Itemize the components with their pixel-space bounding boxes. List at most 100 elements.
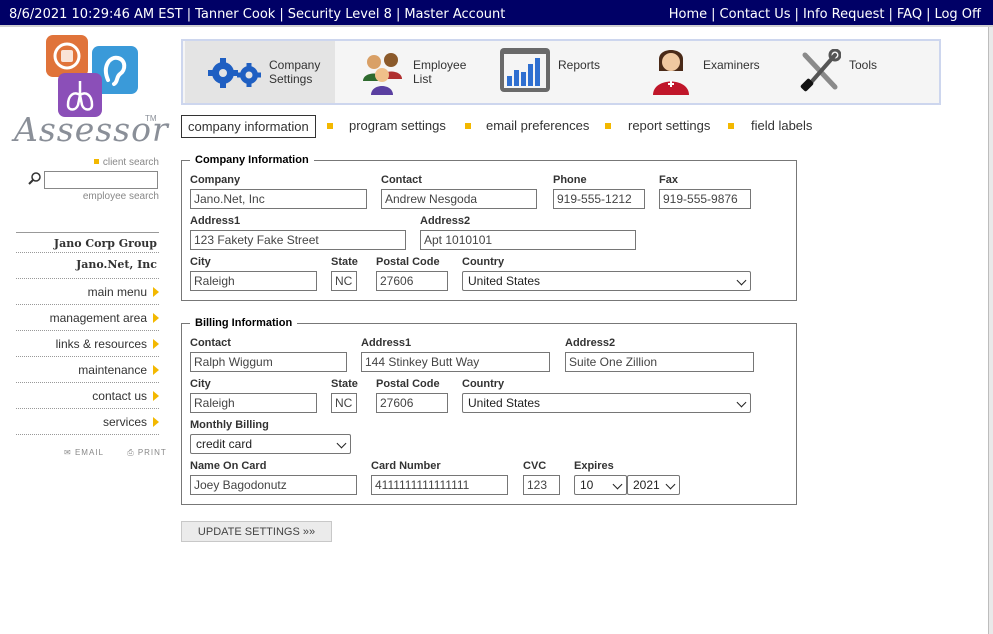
nav-company-settings[interactable]: Company Settings: [185, 41, 335, 103]
main-nav: Company Settings Employee List Reports Exa…: [181, 39, 941, 105]
sidebar-item-label: services: [102, 415, 147, 429]
arrow-right-icon: [153, 287, 159, 297]
bullet-icon: [93, 159, 99, 164]
country-label: Country: [462, 256, 505, 268]
security-level: Security Level 8: [287, 7, 392, 22]
billing-country-select[interactable]: United States: [462, 393, 751, 413]
contact-field[interactable]: Andrew Nesgoda: [381, 189, 537, 209]
faq-link[interactable]: FAQ: [897, 7, 922, 22]
gears-icon: [208, 58, 261, 88]
sidebar-item-label: contact us: [92, 389, 147, 403]
expiry-year-select[interactable]: 2021: [627, 475, 680, 495]
sidebar-item-label: links & resources: [55, 337, 147, 351]
monthly-billing-label: Monthly Billing: [190, 419, 269, 431]
email-link[interactable]: ✉ EMAIL: [64, 448, 114, 457]
fax-label: Fax: [659, 174, 678, 186]
billing-address2-field[interactable]: Suite One Zillion: [565, 352, 754, 372]
monthly-billing-value: credit card: [196, 437, 253, 451]
client-search-link[interactable]: client search: [93, 157, 159, 168]
company-information-section: Company Information Company Jano.Net, In…: [181, 154, 797, 301]
tools-icon: [800, 49, 841, 92]
company-name: Jano.Net, Inc: [16, 253, 159, 279]
nav-label: Tools: [849, 58, 878, 72]
nav-reports[interactable]: Reports: [495, 41, 615, 103]
nav-tools[interactable]: Tools: [795, 41, 915, 103]
sidebar-item-links-resources[interactable]: links & resources: [16, 331, 159, 357]
billing-contact-label: Contact: [190, 337, 231, 349]
bar-chart-icon: [500, 48, 550, 92]
chevron-down-icon: [336, 438, 347, 449]
session-user: Tanner Cook: [195, 7, 276, 22]
state-field[interactable]: NC: [331, 271, 357, 291]
expiry-month-value: 10: [580, 478, 594, 492]
card-number-field[interactable]: 4111111111111111: [371, 475, 508, 495]
sidebar-menu: Jano Corp Group Jano.Net, Inc main menu …: [16, 232, 159, 435]
name-on-card-field[interactable]: Joey Bagodonutz: [190, 475, 357, 495]
billing-city-field[interactable]: Raleigh: [190, 393, 317, 413]
account-type: Master Account: [404, 7, 506, 22]
chevron-down-icon: [736, 275, 747, 286]
home-link[interactable]: Home: [669, 7, 707, 22]
tab-report-settings[interactable]: report settings: [628, 115, 710, 138]
nav-employee-list[interactable]: Employee List: [355, 41, 475, 103]
billing-address1-field[interactable]: 144 Stinkey Butt Way: [361, 352, 550, 372]
postal-code-field[interactable]: 27606: [376, 271, 448, 291]
city-field[interactable]: Raleigh: [190, 271, 317, 291]
billing-state-label: State: [331, 378, 358, 390]
contact-us-link[interactable]: Contact Us: [720, 7, 791, 22]
company-name-field[interactable]: Jano.Net, Inc: [190, 189, 367, 209]
billing-city-label: City: [190, 378, 211, 390]
nav-label: Employee List: [413, 58, 467, 86]
fax-field[interactable]: 919-555-9876: [659, 189, 751, 209]
tab-company-information[interactable]: company information: [181, 115, 316, 138]
tab-program-settings[interactable]: program settings: [349, 115, 446, 138]
employee-search-link[interactable]: employee search: [83, 191, 159, 202]
tab-field-labels[interactable]: field labels: [751, 115, 812, 138]
print-link[interactable]: ⎙ PRINT: [127, 448, 177, 457]
people-icon: [363, 53, 402, 95]
billing-postal-code-field[interactable]: 27606: [376, 393, 448, 413]
billing-state-field[interactable]: NC: [331, 393, 357, 413]
expiry-month-select[interactable]: 10: [574, 475, 627, 495]
city-label: City: [190, 256, 211, 268]
address2-label: Address2: [420, 215, 471, 227]
country-value: United States: [468, 274, 541, 288]
nav-label: Reports: [558, 58, 601, 72]
update-settings-button[interactable]: UPDATE SETTINGS »»: [181, 521, 332, 542]
session-info: 8/6/2021 10:29:46 AM EST | Tanner Cook | Sec…: [9, 7, 506, 22]
nav-label: Company Settings: [269, 58, 321, 86]
sidebar-item-services[interactable]: services: [16, 409, 159, 435]
cvc-field[interactable]: 123: [523, 475, 560, 495]
sidebar-item-contact-us[interactable]: contact us: [16, 383, 159, 409]
sidebar-item-label: management area: [49, 311, 147, 325]
tab-email-preferences[interactable]: email preferences: [486, 115, 589, 138]
print-label: PRINT: [137, 448, 167, 457]
search-icon[interactable]: [28, 171, 42, 185]
monthly-billing-select[interactable]: credit card: [190, 434, 351, 454]
arrow-right-icon: [153, 391, 159, 401]
log-off-link[interactable]: Log Off: [934, 7, 981, 22]
phone-label: Phone: [553, 174, 587, 186]
top-bar: 8/6/2021 10:29:46 AM EST | Tanner Cook | Sec…: [0, 0, 993, 27]
phone-icon: [53, 42, 81, 70]
chevron-down-icon: [612, 479, 623, 490]
nav-examiners[interactable]: Examiners: [645, 41, 775, 103]
search-input[interactable]: [44, 171, 158, 189]
logo-phone-tile: [46, 35, 88, 77]
sidebar-item-label: maintenance: [78, 363, 147, 377]
sidebar-item-management-area[interactable]: management area: [16, 305, 159, 331]
email-label: EMAIL: [74, 448, 104, 457]
section-legend: Company Information: [190, 154, 314, 166]
sidebar-item-maintenance[interactable]: maintenance: [16, 357, 159, 383]
state-label: State: [331, 256, 358, 268]
address1-label: Address1: [190, 215, 241, 227]
phone-field[interactable]: 919-555-1212: [553, 189, 645, 209]
address2-field[interactable]: Apt 1010101: [420, 230, 636, 250]
billing-address2-label: Address2: [565, 337, 616, 349]
address1-field[interactable]: 123 Fakety Fake Street: [190, 230, 406, 250]
sidebar-item-main-menu[interactable]: main menu: [16, 279, 159, 305]
country-select[interactable]: United States: [462, 271, 751, 291]
info-request-link[interactable]: Info Request: [803, 7, 885, 22]
billing-contact-field[interactable]: Ralph Wiggum: [190, 352, 347, 372]
cvc-label: CVC: [523, 460, 547, 472]
